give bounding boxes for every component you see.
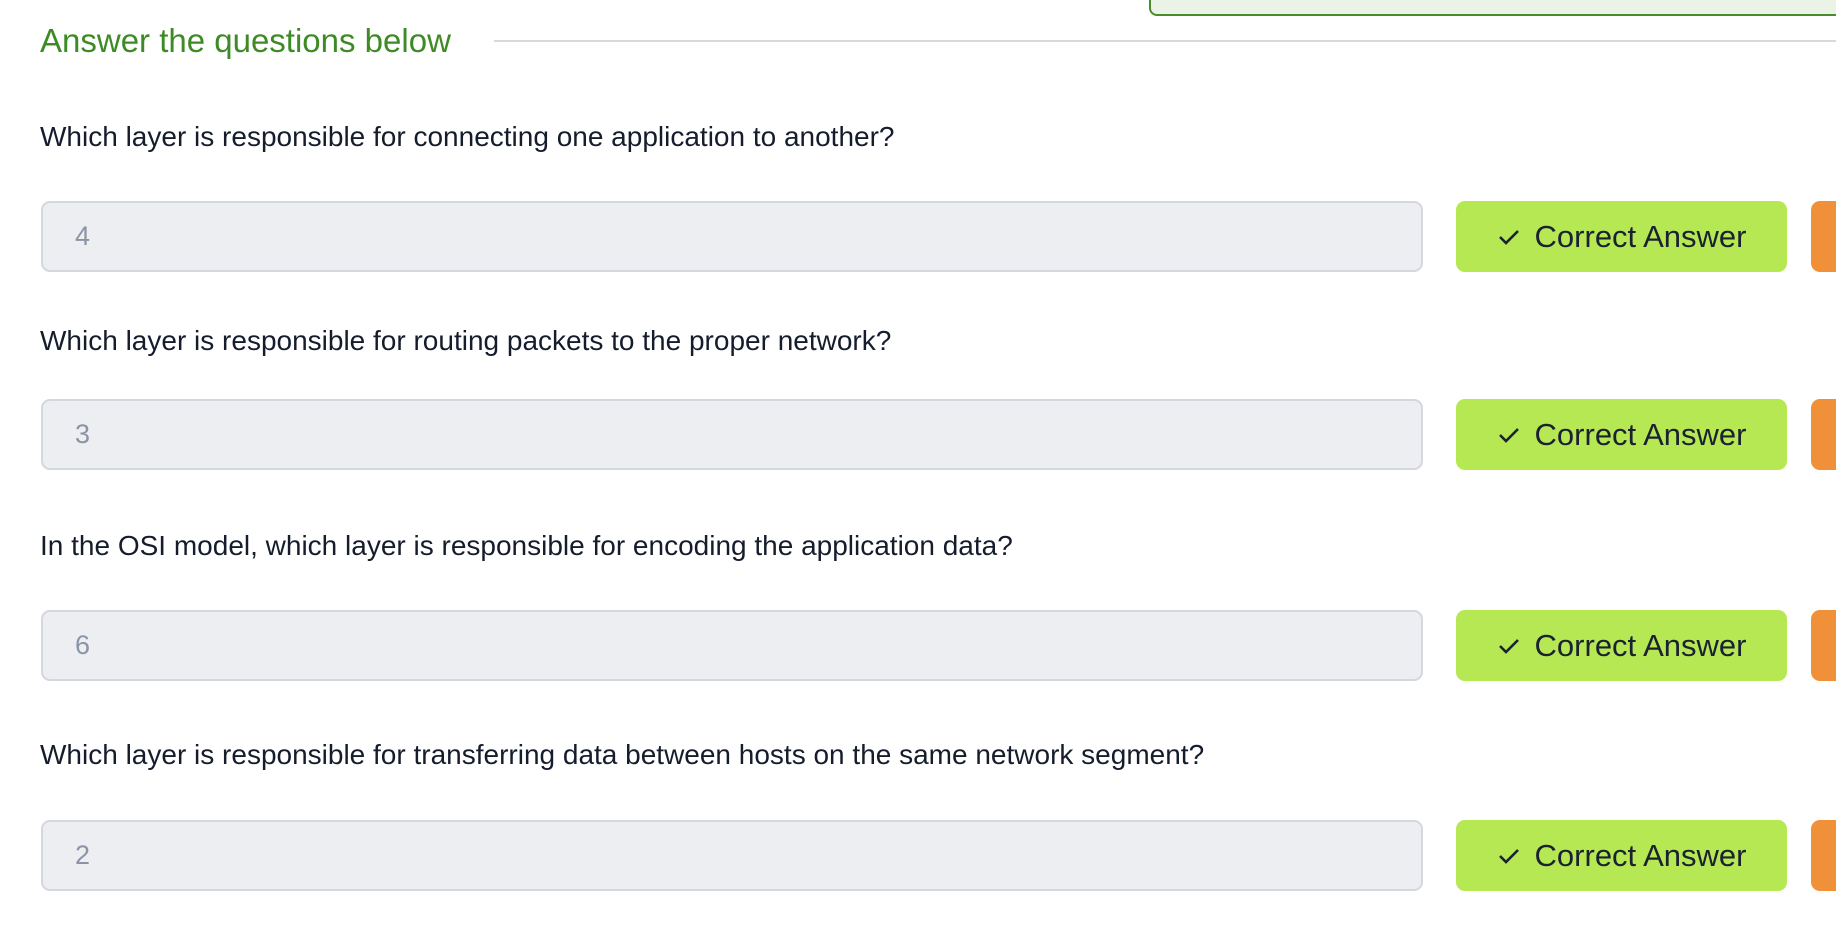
- hint-button[interactable]: [1811, 610, 1836, 681]
- check-icon: [1498, 638, 1519, 654]
- question-text: Which layer is responsible for routing p…: [40, 325, 892, 356]
- info-box: [1149, 0, 1836, 16]
- hint-button[interactable]: [1811, 820, 1836, 891]
- correct-answer-button[interactable]: Correct Answer: [1456, 610, 1787, 681]
- button-label: Correct Answer: [1534, 218, 1747, 254]
- button-label: Correct Answer: [1534, 627, 1747, 663]
- button-label: Correct Answer: [1534, 837, 1747, 873]
- check-icon: [1498, 848, 1519, 864]
- question-text: Which layer is responsible for transferr…: [40, 739, 1205, 770]
- hint-button[interactable]: [1811, 399, 1836, 470]
- answer-input[interactable]: 6: [41, 610, 1423, 681]
- correct-answer-button[interactable]: Correct Answer: [1456, 201, 1787, 272]
- correct-answer-button[interactable]: Correct Answer: [1456, 820, 1787, 891]
- answer-input[interactable]: 4: [41, 201, 1423, 272]
- check-icon: [1498, 229, 1519, 245]
- check-icon: [1498, 427, 1519, 443]
- answer-input[interactable]: 3: [41, 399, 1423, 470]
- divider: [494, 40, 1836, 42]
- section-title: Answer the questions below: [40, 22, 451, 59]
- correct-answer-button[interactable]: Correct Answer: [1456, 399, 1787, 470]
- answer-input[interactable]: 2: [41, 820, 1423, 891]
- button-label: Correct Answer: [1534, 416, 1747, 452]
- hint-button[interactable]: [1811, 201, 1836, 272]
- question-text: Which layer is responsible for connectin…: [40, 121, 895, 152]
- question-text: In the OSI model, which layer is respons…: [40, 530, 1013, 561]
